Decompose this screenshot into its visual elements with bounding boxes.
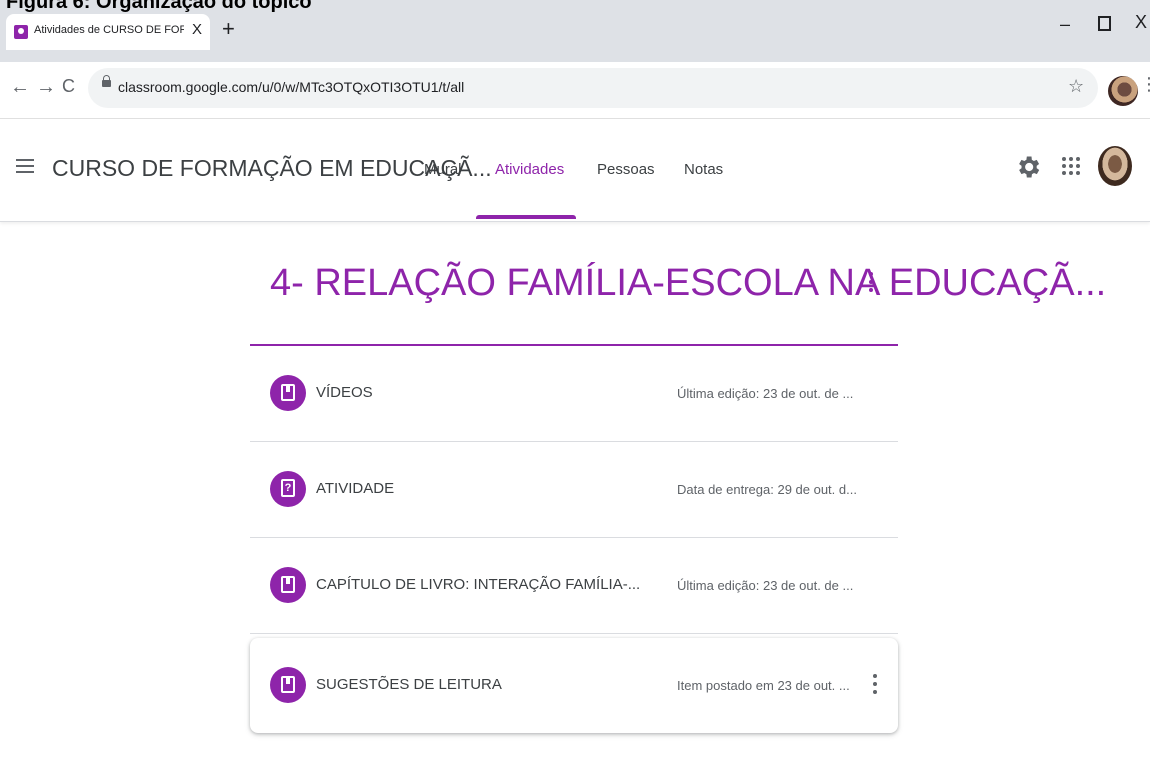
browser-tab-title: Atividades de CURSO DE FORMAÇÃO bbox=[34, 24, 184, 36]
window-minimize-button[interactable]: – bbox=[1060, 14, 1070, 35]
document-caption-text: Figura 6: Organização do tópico bbox=[6, 0, 312, 13]
tab-pessoas[interactable]: Pessoas bbox=[597, 161, 655, 178]
item-meta: Última edição: 23 de out. de ... bbox=[677, 578, 854, 593]
item-more-icon[interactable] bbox=[872, 674, 878, 698]
item-title: CAPÍTULO DE LIVRO: INTERAÇÃO FAMÍLIA-... bbox=[316, 576, 641, 593]
forward-button[interactable]: → bbox=[36, 76, 56, 99]
browser-profile-avatar[interactable] bbox=[1108, 76, 1138, 106]
item-title: ATIVIDADE bbox=[316, 480, 395, 497]
list-item[interactable]: SUGESTÕES DE LEITURA Item postado em 23 … bbox=[250, 638, 898, 733]
item-meta: Última edição: 23 de out. de ... bbox=[677, 386, 854, 401]
browser-menu-icon[interactable]: ⋮ bbox=[1140, 74, 1150, 95]
document-caption: Figura 6: Organização do tópico bbox=[0, 0, 520, 14]
classroom-favicon-icon bbox=[14, 25, 28, 39]
item-meta: Item postado em 23 de out. ... bbox=[677, 678, 850, 693]
bookmark-star-icon[interactable]: ☆ bbox=[1068, 76, 1084, 97]
main-menu-icon[interactable] bbox=[16, 159, 34, 173]
list-item[interactable]: VÍDEOS Última edição: 23 de out. de ... bbox=[250, 346, 898, 442]
question-icon: ? bbox=[270, 471, 306, 507]
tab-close-icon[interactable]: X bbox=[192, 21, 202, 38]
tab-atividades[interactable]: Atividades bbox=[495, 161, 564, 178]
material-icon bbox=[270, 375, 306, 411]
active-tab-indicator bbox=[476, 215, 576, 219]
topic-more-icon[interactable] bbox=[868, 272, 874, 298]
item-title: SUGESTÕES DE LEITURA bbox=[316, 676, 502, 693]
list-item[interactable]: CAPÍTULO DE LIVRO: INTERAÇÃO FAMÍLIA-...… bbox=[250, 538, 898, 634]
avatar[interactable] bbox=[1098, 146, 1132, 186]
list-item[interactable]: ? ATIVIDADE Data de entrega: 29 de out. … bbox=[250, 442, 898, 538]
url-text[interactable]: classroom.google.com/u/0/w/MTc3OTQxOTI3O… bbox=[118, 79, 464, 95]
address-bar[interactable]: classroom.google.com/u/0/w/MTc3OTQxOTI3O… bbox=[88, 68, 1098, 108]
item-meta: Data de entrega: 29 de out. d... bbox=[677, 482, 857, 497]
reload-button[interactable]: C bbox=[62, 76, 75, 97]
material-icon bbox=[270, 667, 306, 703]
tab-mural[interactable]: Mural bbox=[424, 161, 462, 178]
back-button[interactable]: ← bbox=[10, 76, 30, 99]
browser-tab[interactable]: Atividades de CURSO DE FORMAÇÃO X bbox=[6, 14, 210, 50]
new-tab-button[interactable]: + bbox=[222, 18, 235, 40]
window-close-button[interactable]: X bbox=[1135, 12, 1147, 33]
tab-notas[interactable]: Notas bbox=[684, 161, 723, 178]
window-restore-button[interactable] bbox=[1098, 16, 1111, 31]
item-title: VÍDEOS bbox=[316, 384, 373, 401]
lock-icon bbox=[102, 75, 111, 87]
apps-grid-icon[interactable] bbox=[1062, 157, 1080, 175]
browser-toolbar: ← → C classroom.google.com/u/0/w/MTc3OTQ… bbox=[0, 62, 1150, 119]
gear-icon[interactable] bbox=[1014, 153, 1042, 181]
material-icon bbox=[270, 567, 306, 603]
topic-title: 4- RELAÇÃO FAMÍLIA-ESCOLA NA EDUCAÇÃ... bbox=[270, 262, 1107, 304]
classroom-header: CURSO DE FORMAÇÃO EM EDUCAÇÃ... Mural At… bbox=[0, 119, 1150, 222]
